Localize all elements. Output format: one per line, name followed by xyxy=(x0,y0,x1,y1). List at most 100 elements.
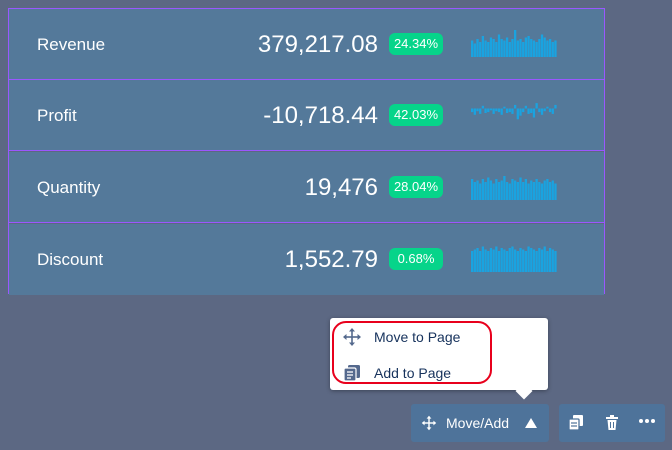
spark-bar xyxy=(500,39,503,57)
spark-bar xyxy=(546,106,549,109)
spark-bar xyxy=(511,39,514,57)
spark-bar xyxy=(492,108,495,114)
spark-bar xyxy=(508,183,511,200)
spark-bar xyxy=(503,106,506,109)
spark-bar xyxy=(508,108,511,113)
spark-bar xyxy=(514,180,517,200)
spark-bar xyxy=(484,40,487,57)
spark-bar xyxy=(473,249,476,272)
spark-bar xyxy=(489,248,493,272)
spark-bar xyxy=(471,251,474,272)
spark-bar xyxy=(479,42,482,57)
spark-bar xyxy=(524,37,528,57)
spark-bar xyxy=(535,179,538,200)
spark-bar xyxy=(514,249,517,272)
spark-bar xyxy=(508,248,511,272)
kpi-label: Discount xyxy=(37,250,104,269)
spark-bar xyxy=(530,108,533,113)
spark-bar xyxy=(530,180,533,200)
move-icon xyxy=(343,328,361,346)
spark-bar xyxy=(530,248,533,272)
spark-bar xyxy=(527,246,530,272)
kpi-row-profit[interactable]: Profit -10,718.44 42.03% xyxy=(9,80,604,151)
spark-bar xyxy=(548,248,552,272)
spark-bar xyxy=(495,179,498,200)
spark-bar xyxy=(511,179,514,200)
spark-bar xyxy=(546,251,549,272)
spark-bar xyxy=(492,249,495,272)
menu-item-move-to-page[interactable]: Move to Page xyxy=(330,319,548,355)
spark-bar xyxy=(503,176,506,200)
spark-bar xyxy=(484,182,487,200)
spark-bar xyxy=(546,40,549,57)
spark-bar xyxy=(487,108,490,113)
kpi-label: Revenue xyxy=(37,35,106,54)
spark-bar xyxy=(519,108,522,116)
kpi-label: Quantity xyxy=(37,178,101,197)
kpi-row-discount[interactable]: Discount 1,552.79 0.68% xyxy=(9,224,604,295)
more-button[interactable] xyxy=(629,404,663,442)
clone-button[interactable] xyxy=(559,404,593,442)
spark-bar xyxy=(481,105,485,109)
spark-bar xyxy=(476,39,479,57)
move-add-button[interactable]: Move/Add xyxy=(411,404,549,442)
spark-bar xyxy=(516,108,519,120)
spark-bar xyxy=(471,108,474,113)
spark-bar xyxy=(495,108,498,112)
spark-bar xyxy=(522,108,525,113)
spark-bar xyxy=(548,108,552,113)
spark-bar xyxy=(516,182,519,200)
spark-bar xyxy=(473,108,476,115)
spark-bar xyxy=(514,30,517,57)
spark-bar xyxy=(540,249,544,272)
kpi-row-quantity[interactable]: Quantity 19,476 28.04% xyxy=(9,152,604,223)
kpi-sparkline xyxy=(471,246,557,272)
kpi-change-badge: 0.68% xyxy=(389,248,443,270)
kpi-value: -10,718.44 xyxy=(263,102,378,129)
spark-bar xyxy=(551,108,554,114)
spark-bar xyxy=(527,108,530,114)
spark-bar xyxy=(524,251,528,272)
spark-bar xyxy=(551,42,554,57)
kpi-value: 19,476 xyxy=(304,174,378,201)
spark-bar xyxy=(487,42,490,57)
widget-toolbar xyxy=(559,404,665,442)
spark-bar xyxy=(481,36,485,57)
spark-bar xyxy=(519,177,522,200)
kpi-row-revenue[interactable]: Revenue 379,217.08 24.34% xyxy=(9,9,604,80)
spark-bar xyxy=(543,246,546,272)
kpi-value: 1,552.79 xyxy=(284,246,378,273)
spark-bar xyxy=(479,108,482,114)
spark-bar xyxy=(548,182,552,200)
spark-bar xyxy=(522,182,525,200)
spark-bar xyxy=(532,182,536,200)
spark-bar xyxy=(479,183,482,200)
menu-item-add-to-page[interactable]: Add to Page xyxy=(330,355,548,391)
trash-icon xyxy=(606,415,618,430)
spark-bar xyxy=(497,251,501,272)
spark-bar xyxy=(473,43,476,57)
spark-bar xyxy=(503,40,506,57)
spark-bar xyxy=(554,104,557,109)
kpi-sparkline xyxy=(471,30,557,57)
spark-bar xyxy=(471,40,474,57)
spark-bar xyxy=(476,248,479,272)
spark-bar xyxy=(511,246,514,272)
spark-bar xyxy=(503,249,506,272)
move-add-label: Move/Add xyxy=(446,415,510,431)
kpi-sparkline xyxy=(471,176,557,200)
spark-bar xyxy=(538,39,541,57)
spark-bar xyxy=(481,246,485,272)
spark-bar xyxy=(554,251,557,272)
spark-bar xyxy=(538,182,541,200)
spark-bar xyxy=(524,105,528,109)
spark-bar xyxy=(543,180,546,200)
spark-bar xyxy=(505,37,509,57)
spark-bar xyxy=(538,108,541,113)
spark-bar xyxy=(530,39,533,57)
spark-bar xyxy=(543,108,546,112)
spark-bar xyxy=(548,39,552,57)
spark-bar xyxy=(500,180,503,200)
delete-button[interactable] xyxy=(595,404,629,442)
spark-bar xyxy=(489,180,493,200)
